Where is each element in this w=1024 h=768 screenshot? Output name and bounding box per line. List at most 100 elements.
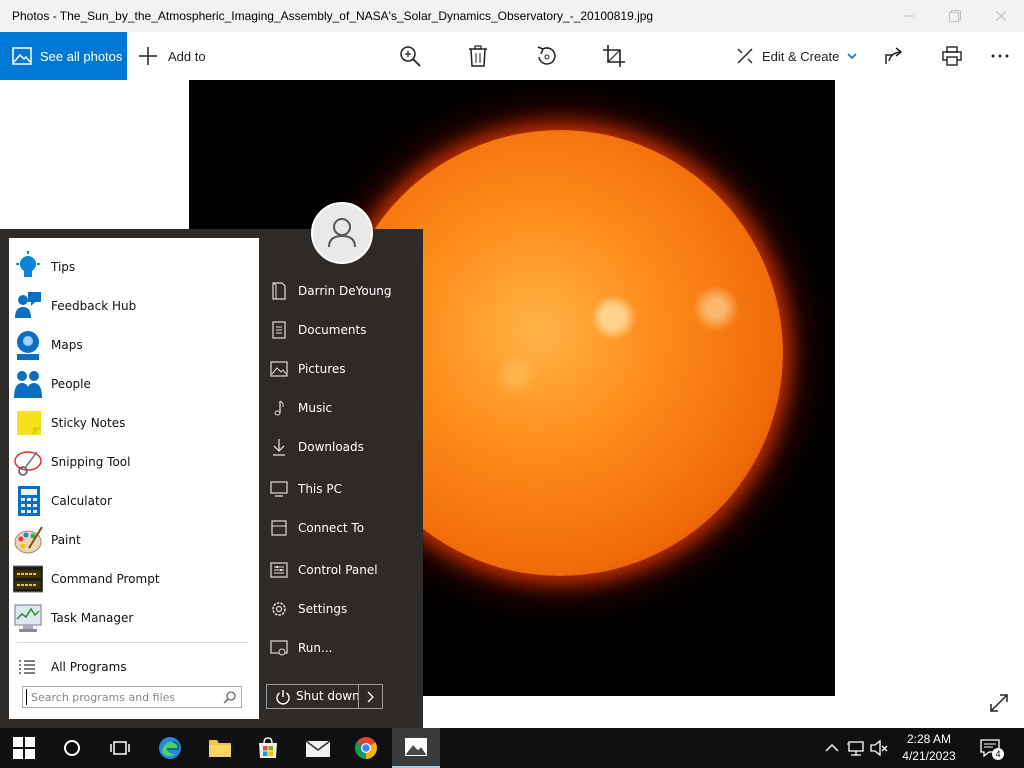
app-command-prompt[interactable]: Command Prompt	[9, 561, 259, 597]
chevron-right-icon	[367, 691, 374, 702]
place-pictures[interactable]: Pictures	[265, 354, 415, 384]
photos-toolbar: See all photos Add to Edit & Create	[0, 32, 1024, 80]
minimize-icon	[904, 15, 914, 17]
user-avatar[interactable]	[311, 202, 373, 264]
volume-muted-icon[interactable]	[869, 738, 889, 758]
app-snipping-tool[interactable]: Snipping Tool	[9, 444, 259, 480]
place-this-pc[interactable]: This PC	[265, 474, 415, 504]
place-label: Run...	[298, 641, 333, 655]
mail-taskbar-button[interactable]	[294, 728, 342, 768]
list-icon	[19, 660, 35, 674]
place-label: Music	[298, 401, 333, 415]
chevron-up-icon[interactable]	[822, 738, 842, 758]
downloads-icon	[273, 439, 285, 456]
sticky-notes-icon	[17, 411, 41, 435]
file-explorer-taskbar-button[interactable]	[196, 728, 244, 768]
app-calculator[interactable]: Calculator	[9, 483, 259, 519]
start-search-box[interactable]	[22, 686, 242, 708]
app-maps[interactable]: Maps	[9, 327, 259, 363]
place-downloads[interactable]: Downloads	[265, 432, 415, 462]
fullscreen-button[interactable]	[988, 692, 1012, 716]
windows-logo-icon	[13, 737, 35, 759]
place-label: Control Panel	[298, 563, 378, 577]
photos-taskbar-button[interactable]	[392, 728, 440, 768]
notification-badge: 4	[992, 748, 1004, 760]
app-label: Paint	[51, 533, 81, 547]
app-paint[interactable]: Paint	[9, 522, 259, 558]
edit-create-button[interactable]: Edit & Create	[736, 32, 857, 80]
all-programs-button[interactable]: All Programs	[9, 649, 259, 685]
notifications-button[interactable]: 4	[972, 728, 1008, 768]
tips-icon	[16, 251, 40, 277]
zoom-in-icon	[400, 46, 421, 67]
delete-button[interactable]	[466, 44, 490, 68]
all-programs-label: All Programs	[51, 660, 127, 674]
connect-to-icon	[271, 520, 287, 536]
place-settings[interactable]: Settings	[265, 594, 415, 624]
print-icon	[942, 46, 962, 66]
chrome-taskbar-button[interactable]	[342, 728, 390, 768]
crop-button[interactable]	[602, 44, 626, 68]
snipping-tool-icon	[14, 451, 42, 476]
task-view-icon	[110, 741, 130, 755]
cortana-icon	[64, 740, 80, 756]
share-icon	[885, 47, 903, 64]
app-label: Sticky Notes	[51, 416, 126, 430]
app-label: Calculator	[51, 494, 112, 508]
share-button[interactable]	[882, 44, 906, 68]
settings-icon	[272, 602, 286, 616]
place-control-panel[interactable]: Control Panel	[265, 555, 415, 585]
place-label: Documents	[298, 323, 367, 337]
run-icon	[270, 640, 288, 656]
network-icon[interactable]	[846, 738, 866, 758]
zoom-button[interactable]	[398, 44, 422, 68]
more-options-button[interactable]	[988, 44, 1012, 68]
expand-icon	[990, 694, 1008, 712]
search-button[interactable]	[48, 728, 96, 768]
task-view-button[interactable]	[96, 728, 144, 768]
place-label: Darrin DeYoung	[298, 284, 392, 298]
people-icon	[14, 371, 42, 398]
app-tips[interactable]: Tips	[9, 249, 259, 285]
start-button[interactable]	[0, 728, 48, 768]
rotate-button[interactable]	[534, 44, 558, 68]
system-clock[interactable]: 2:28 AM 4/21/2023	[893, 731, 965, 765]
edit-create-label: Edit & Create	[762, 48, 840, 64]
maps-icon	[17, 331, 39, 360]
app-feedback-hub[interactable]: Feedback Hub	[9, 288, 259, 324]
minimize-button[interactable]	[886, 0, 932, 32]
user-folder-icon	[272, 282, 286, 300]
documents-icon	[272, 321, 286, 339]
close-button[interactable]	[978, 0, 1024, 32]
place-connect-to[interactable]: Connect To	[265, 513, 415, 543]
app-people[interactable]: People	[9, 366, 259, 402]
shutdown-options-button[interactable]	[358, 685, 382, 708]
place-label: Pictures	[298, 362, 346, 376]
see-all-photos-label: See all photos	[40, 48, 123, 64]
rotate-icon	[537, 46, 556, 65]
add-to-button[interactable]: Add to	[138, 32, 206, 80]
place-user-folder[interactable]: Darrin DeYoung	[265, 276, 415, 306]
shutdown-button[interactable]: Shut down	[266, 684, 383, 709]
print-button[interactable]	[940, 44, 964, 68]
start-menu-programs: Tips Feedback Hub Maps People Sticky Not…	[9, 238, 259, 719]
crop-icon	[603, 45, 625, 67]
search-icon[interactable]	[223, 690, 237, 704]
more-icon	[991, 54, 1009, 58]
edge-taskbar-button[interactable]	[146, 728, 194, 768]
trash-icon	[469, 45, 487, 67]
app-task-manager[interactable]: Task Manager	[9, 600, 259, 636]
place-documents[interactable]: Documents	[265, 315, 415, 345]
app-label: Command Prompt	[51, 572, 160, 586]
maximize-button[interactable]	[932, 0, 978, 32]
app-sticky-notes[interactable]: Sticky Notes	[9, 405, 259, 441]
store-taskbar-button[interactable]	[244, 728, 292, 768]
paint-icon	[14, 526, 43, 554]
see-all-photos-button[interactable]: See all photos	[0, 32, 127, 80]
place-music[interactable]: Music	[265, 393, 415, 423]
command-prompt-icon	[13, 565, 43, 593]
pictures-icon	[270, 361, 288, 377]
app-label: Maps	[51, 338, 83, 352]
search-input[interactable]	[26, 689, 222, 705]
place-run[interactable]: Run...	[265, 633, 415, 663]
